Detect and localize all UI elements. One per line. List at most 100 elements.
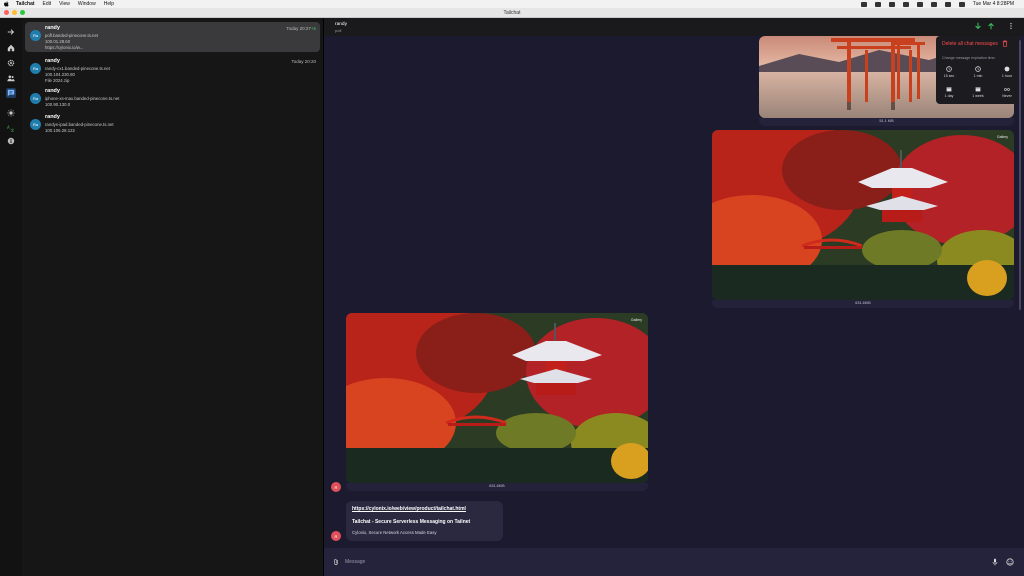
link-preview-card[interactable]: https://cylonix.io/web/view/product/tail… xyxy=(346,501,503,541)
chat-hostname: iphone-xs-max.banded-pinecone.ts.net xyxy=(45,96,120,101)
chat-list: Ra randy Today 20:27+5 pofl.banded-pinec… xyxy=(22,18,323,576)
microphone-icon[interactable] xyxy=(991,558,999,566)
avatar: Ra xyxy=(30,30,41,41)
people-icon[interactable] xyxy=(6,73,16,83)
chat-list-item[interactable]: Ra randy Today 20:27+5 pofl.banded-pinec… xyxy=(25,22,320,52)
chat-name: randy xyxy=(45,114,60,120)
chat-ip: 100.106.28.122 xyxy=(45,128,75,133)
nav-rail: A文 xyxy=(0,18,22,576)
image-message[interactable]: Gallery xyxy=(712,130,1014,300)
expiration-popover: Delete all chat messages Change message … xyxy=(936,36,1020,104)
link-title: Tailchat - Secure Serverless Messaging o… xyxy=(352,519,471,525)
close-window-button[interactable] xyxy=(4,10,9,15)
chat-ip: 100.104.230.80 xyxy=(45,72,75,77)
chat-peer-host: pofl xyxy=(335,28,342,33)
expire-1week-option[interactable]: 1 week xyxy=(968,86,988,100)
menubar-clock[interactable]: Tue Mar 4 8:28PM xyxy=(973,1,1014,7)
chat-preview: https://cylonix.io/w... xyxy=(45,45,84,50)
delete-all-label: Delete all chat messages xyxy=(942,40,998,47)
image-gallery-tag: Gallery xyxy=(996,135,1008,139)
menu-edit[interactable]: Edit xyxy=(43,1,52,7)
arrow-down-icon[interactable] xyxy=(974,22,982,30)
calendar-day-icon xyxy=(946,86,952,92)
chat-name: randy xyxy=(45,58,60,64)
chat-hostname: randys-ipad.banded-pinecone.ts.net xyxy=(45,122,114,127)
chat-name: randy xyxy=(45,88,60,94)
expire-never-option[interactable]: Never xyxy=(997,86,1017,100)
expire-1hour-option[interactable]: 1 hour xyxy=(997,66,1017,80)
chat-header: randy pofl xyxy=(324,18,1024,36)
chat-preview: File 2024.zip xyxy=(45,78,70,83)
info-icon[interactable] xyxy=(6,136,16,146)
chat-time: Today 20:27+5 xyxy=(286,26,316,31)
sender-avatar[interactable]: R xyxy=(331,531,341,541)
battery-icon[interactable] xyxy=(930,1,937,7)
chat-hostname: randy-cx1.banded-pinecone.ts.net xyxy=(45,66,110,71)
search-icon[interactable] xyxy=(944,1,951,7)
sender-avatar[interactable]: R xyxy=(331,482,341,492)
arrow-right-icon[interactable] xyxy=(6,27,16,37)
chat-peer-name: randy xyxy=(335,22,347,27)
chat-list-item[interactable]: Ra randy randys-ipad.banded-pinecone.ts.… xyxy=(25,111,320,143)
chat-hostname: pofl.banded-pinecone.ts.net xyxy=(45,33,99,38)
link-url[interactable]: https://cylonix.io/web/view/product/tail… xyxy=(352,506,466,512)
attachment-icon[interactable] xyxy=(332,558,340,566)
chat-time: Today 20:20 xyxy=(291,59,316,64)
text-input-icon[interactable] xyxy=(902,1,909,7)
chat-icon[interactable] xyxy=(6,88,16,98)
chat-list-item[interactable]: Ra randy Today 20:20 randy-cx1.banded-pi… xyxy=(25,55,320,87)
image-gallery-tag: Gallery xyxy=(630,318,642,322)
arrow-up-icon[interactable] xyxy=(987,22,995,30)
home-icon[interactable] xyxy=(6,43,16,53)
expiration-subtitle: Change message expiration time: xyxy=(942,56,996,60)
window-title: Tailchat xyxy=(503,9,521,16)
chat-name: randy xyxy=(45,25,60,31)
delete-all-button[interactable]: Delete all chat messages xyxy=(942,40,1008,47)
file-size-label: 51.1 KiB xyxy=(879,119,894,123)
language-icon[interactable]: A文 xyxy=(6,123,16,133)
minimize-window-button[interactable] xyxy=(12,10,17,15)
infinity-icon xyxy=(1004,86,1010,92)
clock-icon xyxy=(1004,66,1010,72)
wifi-icon[interactable] xyxy=(916,1,923,7)
control-center-icon[interactable] xyxy=(958,1,965,7)
expire-1min-option[interactable]: 1 min xyxy=(968,66,988,80)
avatar: Ra xyxy=(30,119,41,130)
window-controls xyxy=(4,10,25,15)
cloud-icon[interactable] xyxy=(874,1,881,7)
trash-icon xyxy=(1002,40,1008,47)
zoom-window-button[interactable] xyxy=(20,10,25,15)
message-composer: Message xyxy=(324,548,1024,576)
emoji-icon[interactable] xyxy=(1006,558,1014,566)
menu-app-name[interactable]: Tailchat xyxy=(16,1,35,7)
conversation-area: 51.1 KiB Gallery 631.6KiB Gallery 631.6K… xyxy=(324,36,1024,548)
expire-15sec-option[interactable]: 15 sec xyxy=(939,66,959,80)
file-size-label: 631.6KiB xyxy=(489,484,505,488)
mac-menubar: Tailchat Edit View Window Help Tue Mar 4… xyxy=(0,0,1024,8)
window-titlebar: Tailchat xyxy=(0,8,1024,18)
theme-sun-icon[interactable] xyxy=(6,108,16,118)
timer-icon xyxy=(975,66,981,72)
timer-icon xyxy=(946,66,952,72)
chat-ip: 100.01.28.60 xyxy=(45,39,71,44)
chat-ip: 100.90.130.0 xyxy=(45,102,71,107)
image-message[interactable]: Gallery xyxy=(346,313,648,483)
calendar-week-icon xyxy=(975,86,981,92)
menu-help[interactable]: Help xyxy=(104,1,114,7)
link-description: Cylonix, Secure Network Access Made Easy xyxy=(352,530,437,535)
status-icon[interactable] xyxy=(860,1,867,7)
message-input[interactable]: Message xyxy=(345,559,365,565)
file-size-label: 631.6KiB xyxy=(855,301,871,305)
more-vertical-icon[interactable] xyxy=(1007,22,1015,30)
avatar: Ra xyxy=(30,93,41,104)
expire-1day-option[interactable]: 1 day xyxy=(939,86,959,100)
menu-view[interactable]: View xyxy=(59,1,70,7)
svg-text:A: A xyxy=(7,125,10,130)
apple-logo-icon[interactable] xyxy=(4,1,10,7)
conversation-scrollbar[interactable] xyxy=(1019,40,1021,310)
menu-window[interactable]: Window xyxy=(78,1,96,7)
svg-text:文: 文 xyxy=(11,128,15,132)
avatar: Ra xyxy=(30,63,41,74)
settings-gear-icon[interactable] xyxy=(6,58,16,68)
tailscale-icon[interactable] xyxy=(888,1,895,7)
